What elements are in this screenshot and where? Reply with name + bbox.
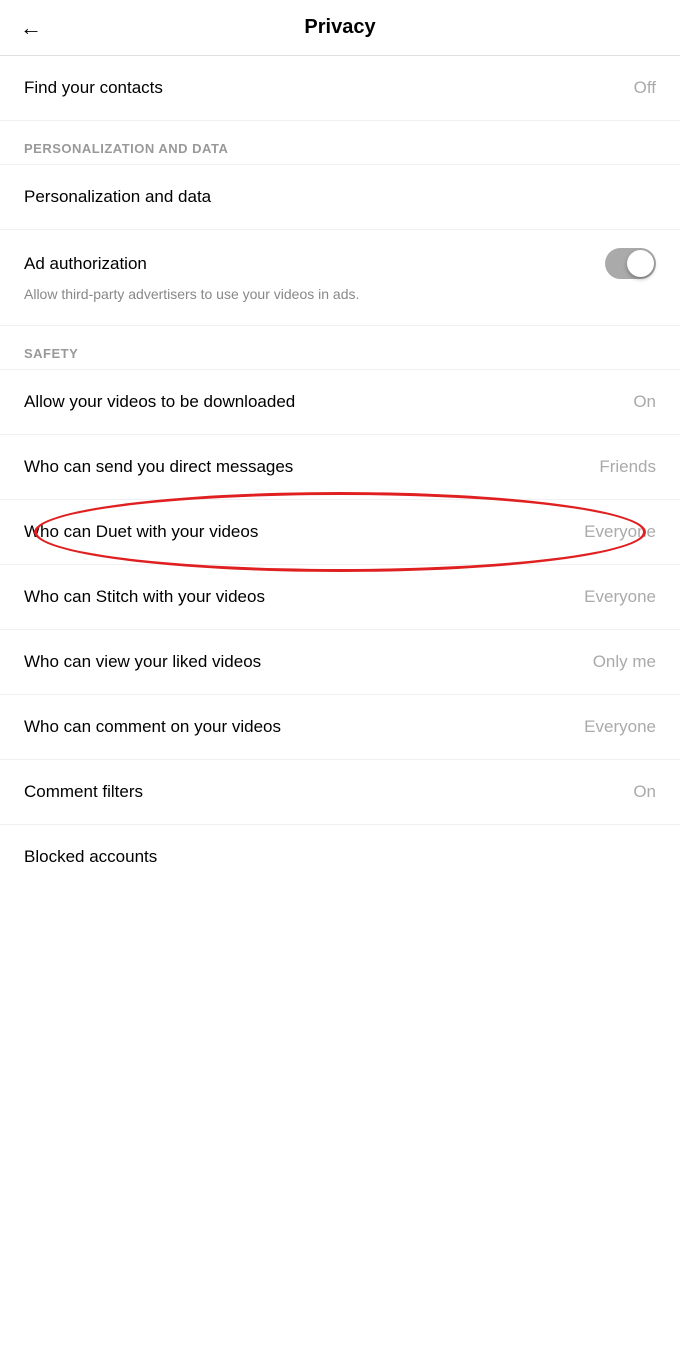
find-contacts-label: Find your contacts xyxy=(24,78,163,98)
ad-authorization-item[interactable]: Ad authorization Allow third-party adver… xyxy=(0,230,680,326)
downloads-item[interactable]: Allow your videos to be downloaded On xyxy=(0,370,680,435)
downloads-value: On xyxy=(633,392,656,412)
comment-filters-item[interactable]: Comment filters On xyxy=(0,760,680,825)
liked-videos-label: Who can view your liked videos xyxy=(24,652,261,672)
comment-filters-label: Comment filters xyxy=(24,782,143,802)
downloads-label: Allow your videos to be downloaded xyxy=(24,392,295,412)
ad-auth-description: Allow third-party advertisers to use you… xyxy=(24,285,656,305)
back-button[interactable]: ← xyxy=(20,15,42,41)
stitch-item[interactable]: Who can Stitch with your videos Everyone xyxy=(0,565,680,630)
comment-filters-value: On xyxy=(633,782,656,802)
find-contacts-item[interactable]: Find your contacts Off xyxy=(0,56,680,121)
stitch-value: Everyone xyxy=(584,587,656,607)
stitch-label: Who can Stitch with your videos xyxy=(24,587,265,607)
page-title: Privacy xyxy=(304,16,375,39)
personalization-item[interactable]: Personalization and data xyxy=(0,165,680,230)
direct-messages-label: Who can send you direct messages xyxy=(24,457,293,477)
ad-auth-label: Ad authorization xyxy=(24,254,147,274)
duet-value: Everyone xyxy=(584,522,656,542)
blocked-accounts-item[interactable]: Blocked accounts xyxy=(0,825,680,889)
liked-videos-item[interactable]: Who can view your liked videos Only me xyxy=(0,630,680,695)
personalization-section-header: PERSONALIZATION AND DATA xyxy=(0,121,680,165)
direct-messages-item[interactable]: Who can send you direct messages Friends xyxy=(0,435,680,500)
page-header: ← Privacy xyxy=(0,0,680,56)
ad-auth-row: Ad authorization xyxy=(24,248,656,279)
duet-label: Who can Duet with your videos xyxy=(24,522,258,542)
comment-item[interactable]: Who can comment on your videos Everyone xyxy=(0,695,680,760)
direct-messages-value: Friends xyxy=(599,457,656,477)
personalization-label: Personalization and data xyxy=(24,187,211,207)
blocked-accounts-label: Blocked accounts xyxy=(24,847,157,867)
settings-list: Find your contacts Off PERSONALIZATION A… xyxy=(0,56,680,889)
find-contacts-value: Off xyxy=(634,78,656,98)
safety-section-header: SAFETY xyxy=(0,326,680,370)
ad-auth-toggle[interactable] xyxy=(605,248,656,279)
toggle-thumb xyxy=(627,250,654,277)
comment-label: Who can comment on your videos xyxy=(24,717,281,737)
duet-item[interactable]: Who can Duet with your videos Everyone xyxy=(0,500,680,565)
liked-videos-value: Only me xyxy=(593,652,656,672)
comment-value: Everyone xyxy=(584,717,656,737)
duet-row-wrapper: Who can Duet with your videos Everyone xyxy=(0,500,680,565)
